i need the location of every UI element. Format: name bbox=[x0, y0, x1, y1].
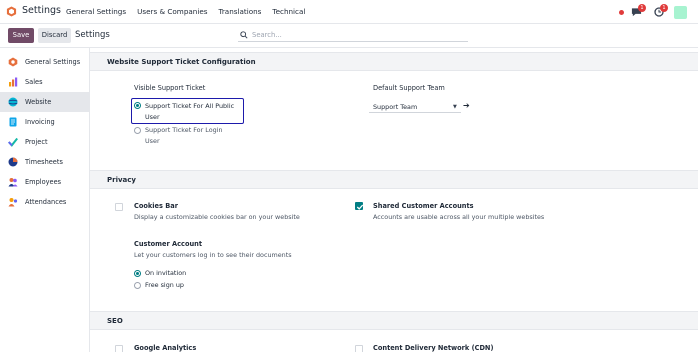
sidebar-item-label: Website bbox=[25, 98, 52, 106]
sidebar-item-label: Project bbox=[25, 138, 48, 146]
search-input[interactable] bbox=[252, 29, 462, 41]
shared-accounts-description: Accounts are usable across all your mult… bbox=[373, 213, 545, 221]
customer-account-title: Customer Account bbox=[134, 240, 203, 248]
on-invitation-radio[interactable] bbox=[134, 270, 141, 277]
sidebar-item-project[interactable]: Project bbox=[0, 132, 89, 152]
breadcrumb: Settings bbox=[75, 30, 110, 40]
login-user-radio[interactable] bbox=[134, 127, 141, 134]
seo-section-header: SEO bbox=[90, 311, 698, 330]
cdn-title: Content Delivery Network (CDN) bbox=[373, 344, 494, 352]
support-section-header: Website Support Ticket Configuration bbox=[90, 52, 698, 71]
customer-account-description: Let your customers log in to see their d… bbox=[134, 251, 292, 259]
sidebar-item-website[interactable]: Website bbox=[0, 92, 89, 112]
cookies-bar-checkbox[interactable] bbox=[115, 203, 123, 211]
search-icon bbox=[240, 31, 248, 39]
shared-accounts-title: Shared Customer Accounts bbox=[373, 202, 474, 210]
google-analytics-title: Google Analytics bbox=[134, 344, 197, 352]
sidebar-item-sales[interactable]: Sales bbox=[0, 72, 89, 92]
on-invitation-label[interactable]: On invitation bbox=[145, 269, 186, 277]
cookies-bar-description: Display a customizable cookies bar on yo… bbox=[134, 213, 300, 221]
sidebar-item-timesheets[interactable]: Timesheets bbox=[0, 152, 89, 172]
search-box[interactable] bbox=[238, 29, 468, 42]
privacy-section-header: Privacy bbox=[90, 170, 698, 189]
menu-translations[interactable]: Translations bbox=[219, 7, 262, 16]
sidebar-item-general-settings[interactable]: General Settings bbox=[0, 52, 89, 72]
timesheets-icon bbox=[8, 157, 18, 167]
chevron-down-icon[interactable]: ▼ bbox=[453, 104, 457, 110]
public-user-option-label-line2[interactable]: User bbox=[145, 113, 160, 121]
general-settings-icon bbox=[8, 57, 18, 67]
cdn-checkbox[interactable] bbox=[355, 345, 363, 352]
menu-technical[interactable]: Technical bbox=[272, 7, 305, 16]
login-user-option-label[interactable]: Support Ticket For Login bbox=[145, 126, 223, 134]
shared-accounts-checkbox[interactable] bbox=[355, 202, 364, 210]
employees-icon bbox=[8, 178, 18, 187]
sidebar-item-label: Employees bbox=[25, 178, 62, 186]
status-dot-icon[interactable] bbox=[619, 10, 624, 15]
support-team-select[interactable]: Support Team bbox=[369, 101, 461, 113]
sidebar-item-label: Invoicing bbox=[25, 118, 55, 126]
sales-icon bbox=[9, 77, 18, 87]
support-team-value[interactable]: Support Team bbox=[373, 103, 417, 111]
sidebar-item-invoicing[interactable]: Invoicing bbox=[0, 112, 89, 132]
menu-general-settings[interactable]: General Settings bbox=[66, 7, 126, 16]
public-user-radio[interactable] bbox=[134, 102, 141, 109]
settings-content bbox=[90, 48, 698, 352]
cookies-bar-title: Cookies Bar bbox=[134, 202, 178, 210]
activity-badge: 1 bbox=[660, 4, 668, 12]
sidebar-item-label: Attendances bbox=[25, 198, 67, 206]
section-title: SEO bbox=[107, 317, 123, 325]
top-navbar: Settings General Settings Users & Compan… bbox=[0, 0, 698, 24]
public-user-option-label[interactable]: Support Ticket For All Public bbox=[145, 102, 234, 110]
section-title: Privacy bbox=[107, 176, 136, 184]
app-title[interactable]: Settings bbox=[22, 5, 61, 16]
sidebar-item-employees[interactable]: Employees bbox=[0, 172, 89, 192]
discard-button[interactable]: Discard bbox=[38, 28, 71, 43]
sidebar-item-label: Sales bbox=[25, 78, 43, 86]
menu-users-companies[interactable]: Users & Companies bbox=[137, 7, 207, 16]
chat-badge: 1 bbox=[638, 4, 646, 12]
website-icon bbox=[8, 97, 18, 107]
attendances-icon bbox=[8, 198, 18, 207]
free-signup-radio[interactable] bbox=[134, 282, 141, 289]
user-avatar[interactable] bbox=[674, 6, 687, 19]
settings-sidebar: General Settings Sales Website Invoicing… bbox=[0, 48, 90, 352]
project-icon bbox=[8, 137, 18, 147]
google-analytics-checkbox[interactable] bbox=[115, 345, 123, 352]
sidebar-item-attendances[interactable]: Attendances bbox=[0, 192, 89, 212]
visible-ticket-label: Visible Support Ticket bbox=[134, 84, 206, 92]
sidebar-item-label: Timesheets bbox=[25, 158, 63, 166]
default-team-label: Default Support Team bbox=[373, 84, 445, 92]
login-user-option-label-line2[interactable]: User bbox=[145, 137, 160, 145]
checkmark-icon bbox=[356, 204, 364, 210]
apps-menu-icon[interactable] bbox=[6, 6, 17, 17]
sidebar-item-label: General Settings bbox=[25, 58, 81, 66]
top-menu: General Settings Users & Companies Trans… bbox=[66, 7, 316, 16]
section-title: Website Support Ticket Configuration bbox=[107, 58, 256, 66]
external-link-arrow-icon[interactable]: ➔ bbox=[463, 101, 470, 110]
save-button[interactable]: Save bbox=[8, 28, 34, 43]
free-signup-label[interactable]: Free sign up bbox=[145, 281, 184, 289]
invoicing-icon bbox=[9, 117, 17, 127]
